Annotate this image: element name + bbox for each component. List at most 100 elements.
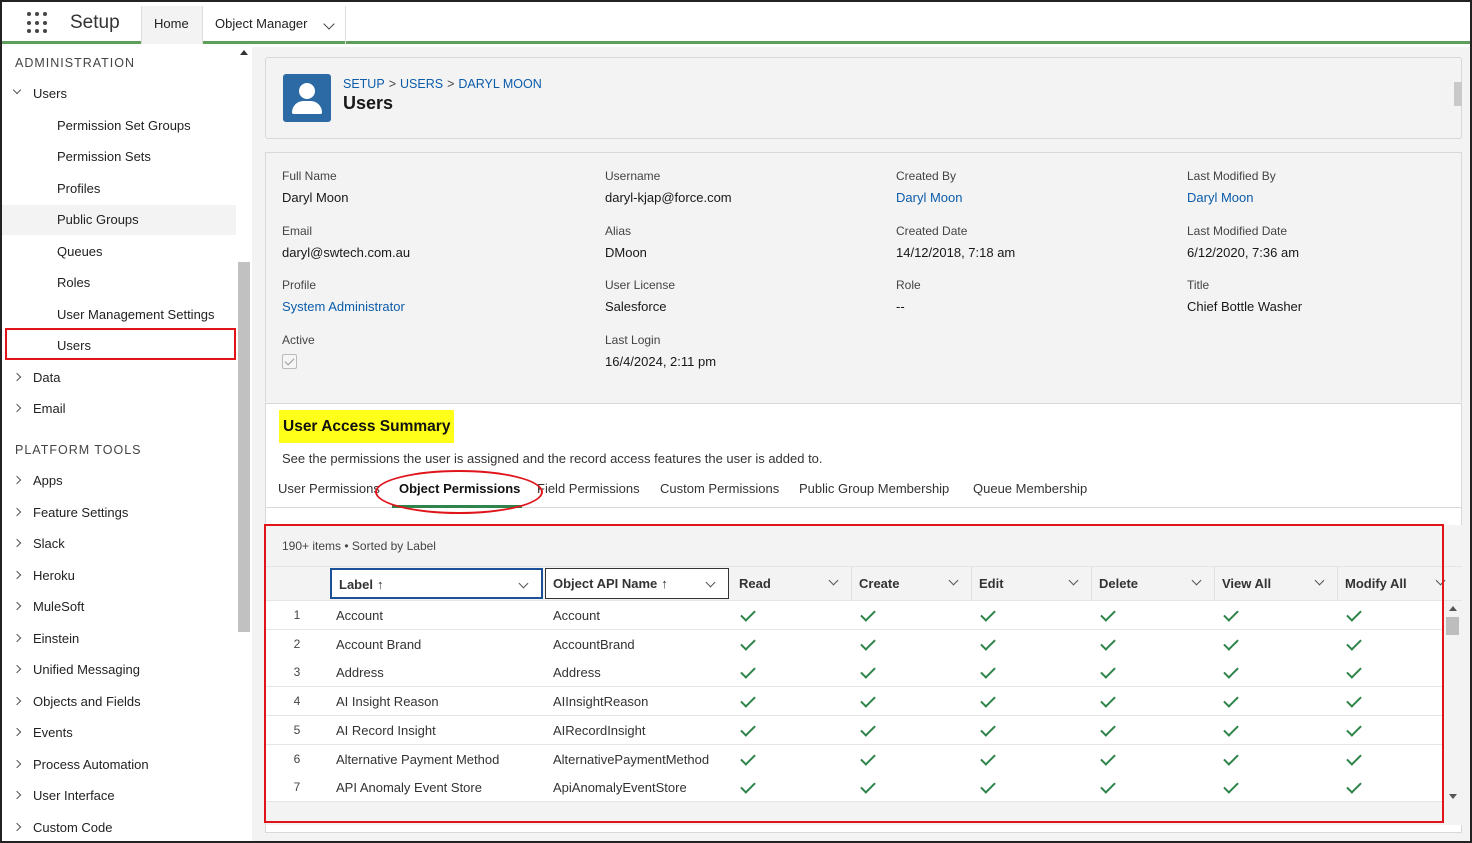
field-label: Email (282, 224, 313, 238)
sidebar-group-custom-code[interactable]: Custom Code (0, 813, 236, 843)
field-label: Last Modified Date (1187, 224, 1288, 238)
user-detail-card: Full Name Daryl Moon Username daryl-kjap… (265, 152, 1462, 402)
grid-scrollbar[interactable] (1444, 601, 1462, 802)
field-label: User License (605, 278, 676, 292)
tab-home[interactable]: Home (141, 6, 203, 44)
sidebar-group-label: Slack (33, 536, 65, 551)
scroll-up-icon[interactable] (240, 50, 248, 55)
breadcrumb-separator: > (447, 77, 455, 91)
grid-scrollbar-thumb[interactable] (1446, 617, 1459, 635)
global-header: Setup Home Object Manager (0, 0, 1472, 44)
sidebar-group-mulesoft[interactable]: MuleSoft (0, 592, 236, 622)
sidebar-group-label: Process Automation (33, 757, 149, 772)
sidebar-group-label: Data (33, 370, 61, 385)
breadcrumb: SETUP > USERS > DARYL MOON (343, 77, 542, 91)
sidebar-group-label: Objects and Fields (33, 694, 141, 709)
sidebar-item-permission-set-groups[interactable]: Permission Set Groups (0, 111, 236, 141)
field-label: Title (1187, 278, 1210, 292)
sidebar-group-unified-messaging[interactable]: Unified Messaging (0, 655, 236, 685)
sidebar-group-slack[interactable]: Slack (0, 529, 236, 559)
sidebar-group-label: Feature Settings (33, 505, 129, 520)
created-by-link[interactable]: Daryl Moon (896, 190, 962, 205)
chevron-right-icon (12, 538, 22, 548)
field-last-modified-date: Last Modified Date 6/12/2020, 7:36 am (1187, 224, 1299, 260)
tab-user-permissions[interactable]: User Permissions (278, 481, 380, 496)
sidebar-group-heroku[interactable]: Heroku (0, 561, 236, 591)
field-label: Role (896, 278, 921, 292)
tab-field-permissions[interactable]: Field Permissions (537, 481, 640, 496)
tab-custom-permissions[interactable]: Custom Permissions (660, 481, 779, 496)
field-email: Email daryl@swtech.com.au (282, 224, 410, 260)
sidebar-item-roles[interactable]: Roles (0, 268, 236, 298)
panel-toggle-handle[interactable] (1454, 82, 1462, 106)
tab-object-manager[interactable]: Object Manager (203, 6, 346, 44)
app-title: Setup (70, 12, 120, 33)
section-title-administration: ADMINISTRATION (15, 56, 136, 70)
scroll-up-icon[interactable] (1449, 606, 1457, 611)
sidebar-group-label: Einstein (33, 631, 80, 646)
sidebar-item-queues[interactable]: Queues (0, 237, 236, 267)
tab-queue-membership[interactable]: Queue Membership (973, 481, 1087, 496)
chevron-right-icon (12, 790, 22, 800)
sidebar-item-profiles[interactable]: Profiles (0, 174, 236, 204)
sidebar-group-einstein[interactable]: Einstein (0, 624, 236, 654)
app-launcher-icon[interactable] (27, 12, 49, 34)
sidebar-group-label: MuleSoft (33, 599, 85, 614)
sidebar-group-feature-settings[interactable]: Feature Settings (0, 498, 236, 528)
field-username: Username daryl-kjap@force.com (605, 169, 732, 205)
field-value: Chief Bottle Washer (1187, 299, 1303, 314)
field-label: Profile (282, 278, 317, 292)
field-label: Created By (896, 169, 957, 183)
user-access-summary-description: See the permissions the user is assigned… (282, 451, 823, 466)
user-access-summary-title: User Access Summary (279, 410, 455, 443)
chevron-right-icon (12, 570, 22, 580)
page-header-card: SETUP > USERS > DARYL MOON Users (265, 57, 1462, 139)
annotation-highlight-grid (264, 524, 1444, 823)
chevron-down-icon[interactable] (323, 18, 335, 30)
field-value: 16/4/2024, 2:11 pm (605, 354, 717, 369)
sidebar-group-data[interactable]: Data (0, 363, 236, 393)
user-icon (283, 74, 331, 122)
breadcrumb-setup[interactable]: SETUP (343, 77, 385, 91)
sidebar-group-users[interactable]: Users (0, 79, 236, 109)
active-checkbox (282, 354, 297, 369)
sidebar-scrollbar-thumb[interactable] (238, 262, 250, 632)
field-label: Last Modified By (1187, 169, 1276, 183)
sidebar-group-label: Email (33, 401, 66, 416)
field-profile: Profile System Administrator (282, 278, 405, 314)
sidebar-group-objects-and-fields[interactable]: Objects and Fields (0, 687, 236, 717)
sidebar-group-label: User Interface (33, 788, 115, 803)
sidebar-item-user-management-settings[interactable]: User Management Settings (0, 300, 236, 330)
tab-public-group-membership[interactable]: Public Group Membership (799, 481, 949, 496)
field-last-login: Last Login 16/4/2024, 2:11 pm (605, 333, 716, 369)
field-label: Username (605, 169, 661, 183)
chevron-right-icon (12, 696, 22, 706)
annotation-circle-object-permissions (375, 470, 543, 514)
chevron-right-icon (12, 475, 22, 485)
sidebar-group-events[interactable]: Events (0, 718, 236, 748)
sidebar-group-label: Unified Messaging (33, 662, 140, 677)
sidebar-group-process-automation[interactable]: Process Automation (0, 750, 236, 780)
chevron-right-icon (12, 822, 22, 832)
sidebar-group-user-interface[interactable]: User Interface (0, 781, 236, 811)
chevron-right-icon (12, 403, 22, 413)
field-active: Active (282, 333, 315, 369)
breadcrumb-user[interactable]: DARYL MOON (458, 77, 541, 91)
sidebar-group-label: Heroku (33, 568, 75, 583)
breadcrumb-users[interactable]: USERS (400, 77, 443, 91)
annotation-highlight-users (5, 328, 236, 360)
field-value: -- (896, 299, 905, 314)
chevron-down-icon (12, 85, 22, 95)
sidebar-item-permission-sets[interactable]: Permission Sets (0, 142, 236, 172)
sidebar-group-apps[interactable]: Apps (0, 466, 236, 496)
field-label: Created Date (896, 224, 968, 238)
profile-link[interactable]: System Administrator (282, 299, 405, 314)
last-modified-by-link[interactable]: Daryl Moon (1187, 190, 1276, 205)
field-label: Alias (605, 224, 632, 238)
field-value: 14/12/2018, 7:18 am (896, 245, 1016, 260)
scroll-down-icon[interactable] (1449, 794, 1457, 799)
field-value: DMoon (605, 245, 647, 260)
sidebar-group-email[interactable]: Email (0, 394, 236, 424)
sidebar-group-label: Events (33, 725, 73, 740)
sidebar-item-public-groups[interactable]: Public Groups (0, 205, 236, 235)
